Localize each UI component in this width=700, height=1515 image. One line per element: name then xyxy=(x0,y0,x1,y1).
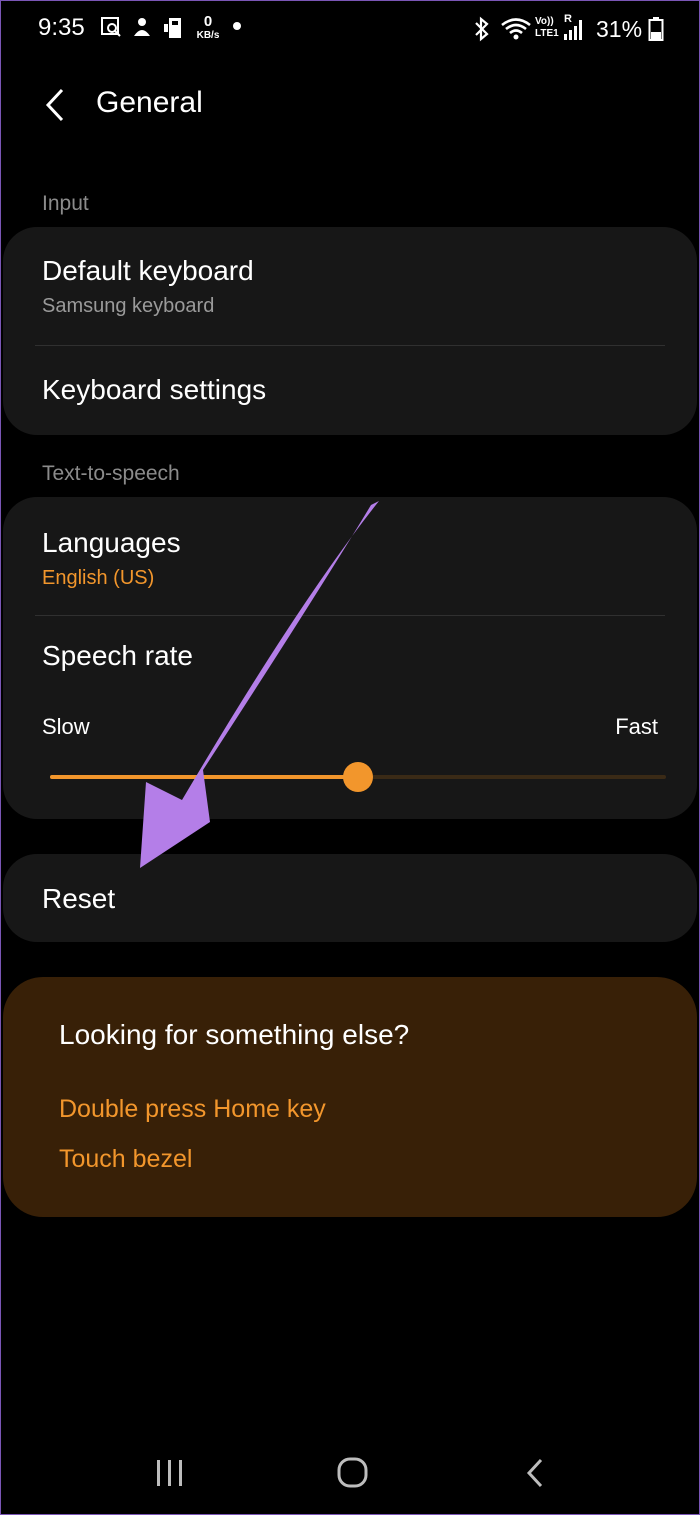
back-button[interactable] xyxy=(38,82,78,130)
default-keyboard-item[interactable]: Default keyboard Samsung keyboard xyxy=(3,227,697,345)
section-label-tts: Text-to-speech xyxy=(42,462,180,485)
section-label-input: Input xyxy=(42,192,89,215)
keyboard-settings-title: Keyboard settings xyxy=(42,374,267,405)
slider-thumb[interactable] xyxy=(343,762,373,792)
navigation-bar xyxy=(0,1430,700,1515)
default-keyboard-value: Samsung keyboard xyxy=(42,295,215,317)
app-notification-icon xyxy=(134,18,150,36)
screenshot-notification-icon xyxy=(101,17,121,37)
signal-icon xyxy=(564,20,582,40)
suggestion-link-double-press-home[interactable]: Double press Home key xyxy=(59,1095,326,1124)
status-bar: 9:35 0 KB/s Vo)) LTE1 R 31% xyxy=(0,0,700,62)
recents-button[interactable] xyxy=(140,1448,200,1498)
suggestion-link-touch-bezel[interactable]: Touch bezel xyxy=(59,1145,192,1174)
suggestions-title: Looking for something else? xyxy=(59,1019,410,1050)
suggestions-card: Looking for something else? Double press… xyxy=(3,977,697,1217)
back-icon xyxy=(526,1458,543,1488)
chevron-left-icon xyxy=(45,88,64,122)
reset-item[interactable]: Reset xyxy=(3,854,697,942)
tts-card: Languages English (US) Speech rate Slow … xyxy=(3,497,697,819)
more-notifications-dot xyxy=(233,22,241,30)
battery-icon xyxy=(648,17,664,41)
wifi-icon xyxy=(501,18,531,40)
languages-value: English (US) xyxy=(42,567,155,589)
status-time: 9:35 xyxy=(38,14,85,41)
recents-icon xyxy=(157,1460,182,1486)
page-title: General xyxy=(96,86,203,119)
bluetooth-icon xyxy=(475,16,489,42)
speech-rate-slider[interactable] xyxy=(50,762,666,792)
usb-notification-icon xyxy=(164,18,181,38)
battery-percent: 31% xyxy=(596,16,643,42)
default-keyboard-title: Default keyboard xyxy=(42,255,254,286)
keyboard-settings-item[interactable]: Keyboard settings xyxy=(3,346,697,435)
slider-min-label: Slow xyxy=(42,714,90,739)
home-button[interactable] xyxy=(322,1448,382,1498)
network-speed: 0 KB/s xyxy=(196,13,220,42)
volte-indicator: Vo)) LTE1 xyxy=(535,16,559,39)
languages-item[interactable]: Languages English (US) xyxy=(3,497,697,615)
home-icon xyxy=(337,1457,368,1488)
nav-back-button[interactable] xyxy=(505,1448,565,1498)
speech-rate-title: Speech rate xyxy=(42,640,193,671)
slider-max-label: Fast xyxy=(615,714,658,739)
divider xyxy=(35,615,665,616)
slider-fill xyxy=(50,775,358,779)
input-card: Default keyboard Samsung keyboard Keyboa… xyxy=(3,227,697,435)
reset-title: Reset xyxy=(42,883,116,914)
languages-title: Languages xyxy=(42,527,181,558)
